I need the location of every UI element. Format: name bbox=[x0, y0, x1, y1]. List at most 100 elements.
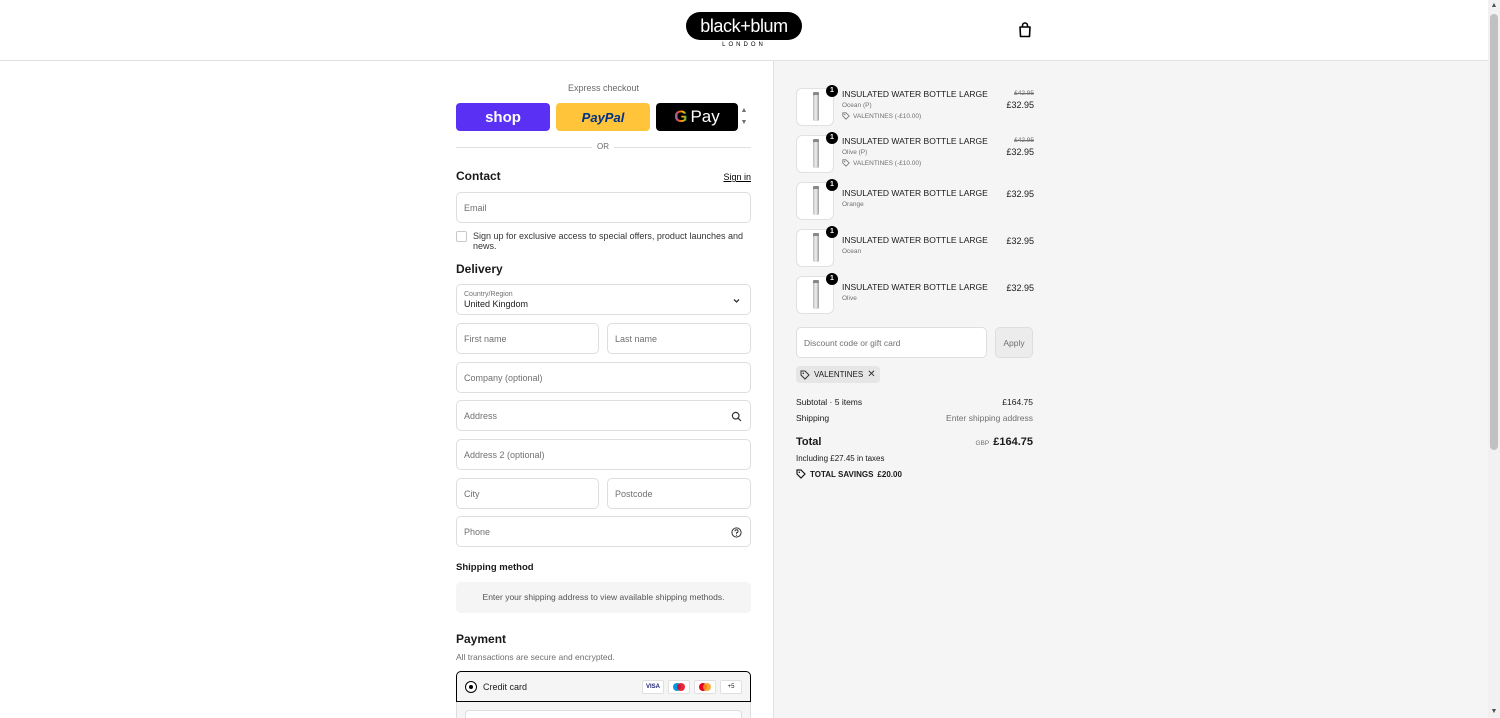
payment-subtitle: All transactions are secure and encrypte… bbox=[456, 652, 615, 662]
credit-card-fields bbox=[456, 702, 751, 718]
company-input[interactable] bbox=[464, 372, 743, 383]
credit-card-option[interactable]: Credit card VISA +5 bbox=[456, 671, 751, 702]
tag-icon bbox=[800, 370, 810, 380]
scroll-thumb[interactable] bbox=[1490, 14, 1498, 450]
item-name: INSULATED WATER BOTTLE LARGE bbox=[842, 89, 988, 99]
shipping-row: Shipping Enter shipping address bbox=[796, 413, 1033, 423]
subtotal-label: Subtotal · 5 items bbox=[796, 397, 863, 407]
bottle-image bbox=[813, 283, 819, 309]
shop-pay-label: shop bbox=[485, 108, 521, 126]
credit-card-radio[interactable] bbox=[465, 681, 477, 693]
scroll-down-arrow[interactable]: ▼ bbox=[1490, 708, 1498, 716]
product-thumbnail: 1 bbox=[796, 273, 838, 314]
item-variant: Orange bbox=[842, 201, 864, 208]
first-name-field[interactable] bbox=[456, 323, 599, 354]
contact-title: Contact bbox=[456, 169, 501, 183]
total-amount-group: GBP £164.75 bbox=[976, 436, 1034, 448]
company-field[interactable] bbox=[456, 362, 751, 393]
tag-icon bbox=[842, 112, 850, 120]
total-label: Total bbox=[796, 436, 822, 448]
card-number-field[interactable] bbox=[465, 710, 742, 718]
or-divider-label: OR bbox=[592, 142, 614, 151]
chevron-down-icon bbox=[733, 299, 740, 303]
item-discount-label: VALENTINES (-£10.00) bbox=[853, 112, 922, 120]
postcode-field[interactable] bbox=[607, 478, 751, 509]
item-price: £32.95 bbox=[1006, 100, 1034, 110]
shipping-value: Enter shipping address bbox=[946, 413, 1033, 423]
remove-discount-icon[interactable]: ✕ bbox=[867, 369, 875, 380]
list-item: 1 INSULATED WATER BOTTLE LARGE Ocean £32… bbox=[796, 226, 1034, 267]
bottle-image bbox=[813, 95, 819, 121]
item-discount: VALENTINES (-£10.00) bbox=[842, 159, 921, 167]
item-discount-label: VALENTINES (-£10.00) bbox=[853, 159, 922, 167]
apply-discount-button[interactable]: Apply bbox=[995, 327, 1033, 358]
express-scroll-arrows[interactable]: ▲ ▼ bbox=[739, 105, 749, 129]
postcode-input[interactable] bbox=[615, 488, 743, 499]
item-discount: VALENTINES (-£10.00) bbox=[842, 112, 921, 120]
city-field[interactable] bbox=[456, 478, 599, 509]
item-name: INSULATED WATER BOTTLE LARGE bbox=[842, 136, 988, 146]
applied-discount-code: VALENTINES bbox=[814, 370, 864, 379]
item-price: £32.95 bbox=[1006, 236, 1034, 246]
arrow-down-icon[interactable]: ▼ bbox=[739, 117, 749, 129]
bottle-image bbox=[813, 236, 819, 262]
address2-field[interactable] bbox=[456, 439, 751, 470]
cart-button[interactable] bbox=[1016, 21, 1034, 39]
google-g-icon: G bbox=[674, 107, 688, 126]
item-price: £32.95 bbox=[1006, 189, 1034, 199]
list-item: 1 INSULATED WATER BOTTLE LARGE Olive (P)… bbox=[796, 132, 1034, 173]
city-input[interactable] bbox=[464, 488, 591, 499]
product-thumbnail: 1 bbox=[796, 132, 838, 173]
site-header: black+blum LONDON bbox=[0, 0, 1488, 61]
maestro-icon bbox=[668, 680, 690, 694]
delivery-title: Delivery bbox=[456, 262, 503, 276]
arrow-up-icon[interactable]: ▲ bbox=[739, 105, 749, 117]
brand-logo[interactable]: black+blum LONDON bbox=[686, 12, 802, 50]
address-field[interactable] bbox=[456, 400, 751, 431]
discount-code-field[interactable] bbox=[796, 327, 987, 358]
help-circle-icon[interactable] bbox=[731, 527, 742, 538]
discount-code-input[interactable] bbox=[804, 337, 979, 348]
mastercard-icon bbox=[694, 680, 716, 694]
shop-pay-button[interactable]: shop bbox=[456, 103, 550, 131]
list-item: 1 INSULATED WATER BOTTLE LARGE Olive £32… bbox=[796, 273, 1034, 314]
country-select[interactable]: Country/Region United Kingdom bbox=[456, 284, 751, 315]
first-name-input[interactable] bbox=[464, 333, 591, 344]
item-original-price: £42.95 bbox=[1014, 137, 1034, 144]
last-name-field[interactable] bbox=[607, 323, 751, 354]
bottle-image bbox=[813, 189, 819, 215]
subtotal-row: Subtotal · 5 items £164.75 bbox=[796, 397, 1033, 407]
card-logos: VISA +5 bbox=[642, 680, 742, 694]
sign-in-link[interactable]: Sign in bbox=[723, 172, 751, 182]
express-checkout-title: Express checkout bbox=[567, 83, 640, 93]
currency-code: GBP bbox=[975, 440, 990, 447]
address2-input[interactable] bbox=[464, 449, 743, 460]
page-scrollbar[interactable]: ▲ ▼ bbox=[1488, 0, 1500, 718]
address-input[interactable] bbox=[464, 410, 743, 421]
savings-value: £20.00 bbox=[877, 469, 902, 479]
item-variant: Olive (P) bbox=[842, 149, 868, 156]
shipping-label: Shipping bbox=[796, 413, 830, 423]
email-input[interactable] bbox=[464, 202, 743, 213]
last-name-input[interactable] bbox=[615, 333, 743, 344]
phone-input[interactable] bbox=[464, 526, 743, 537]
google-pay-label: Pay bbox=[690, 107, 720, 126]
item-name: INSULATED WATER BOTTLE LARGE bbox=[842, 282, 988, 292]
product-thumbnail: 1 bbox=[796, 226, 838, 267]
paypal-button[interactable]: PayPal bbox=[556, 103, 650, 131]
bottle-image bbox=[813, 142, 819, 168]
payment-title: Payment bbox=[456, 632, 507, 646]
quantity-badge: 1 bbox=[826, 179, 838, 191]
total-value: £164.75 bbox=[993, 436, 1033, 448]
list-item: 1 INSULATED WATER BOTTLE LARGE Ocean (P)… bbox=[796, 85, 1034, 126]
country-label: Country/Region bbox=[464, 290, 513, 298]
scroll-up-arrow[interactable]: ▲ bbox=[1490, 2, 1498, 10]
quantity-badge: 1 bbox=[826, 132, 838, 144]
search-icon bbox=[731, 411, 742, 422]
phone-field[interactable] bbox=[456, 516, 751, 547]
newsletter-checkbox[interactable] bbox=[456, 231, 467, 242]
item-price: £32.95 bbox=[1006, 147, 1034, 157]
applied-discount-chip: VALENTINES ✕ bbox=[796, 366, 880, 383]
email-field[interactable] bbox=[456, 192, 751, 223]
google-pay-button[interactable]: G Pay bbox=[656, 103, 738, 131]
